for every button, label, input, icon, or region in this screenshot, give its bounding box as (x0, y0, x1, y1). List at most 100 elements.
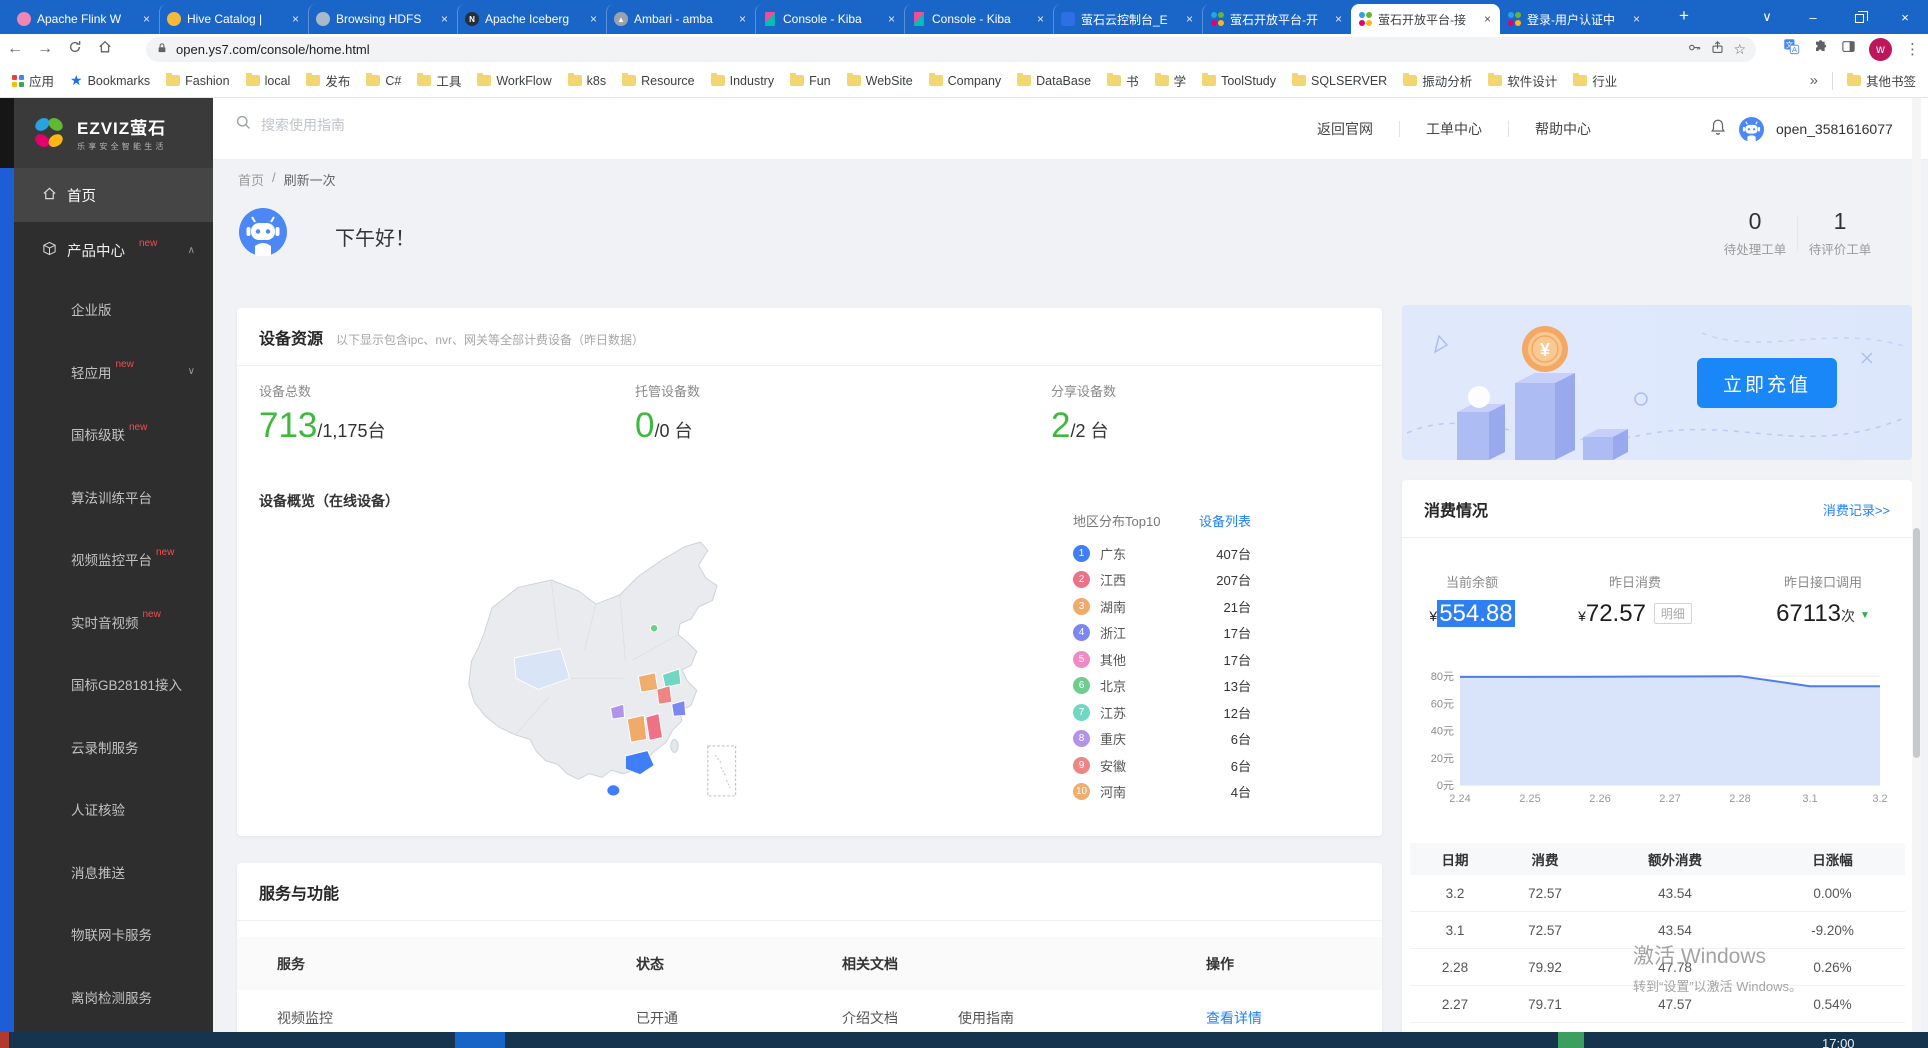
detail-chip[interactable]: 明细 (1654, 603, 1692, 624)
tab-close-icon[interactable]: × (737, 12, 748, 26)
tab-close-icon[interactable]: × (439, 12, 450, 26)
forward-icon[interactable]: → (30, 40, 60, 58)
browser-menu-icon[interactable]: ⋮ (1905, 40, 1920, 58)
sidebar-item-物联网卡服务[interactable]: 物联网卡服务 (14, 903, 213, 966)
browser-tab[interactable]: NApache Iceberg× (457, 4, 606, 34)
apps-shortcut[interactable]: 应用 (12, 71, 54, 90)
breadcrumb-home[interactable]: 首页 (238, 170, 264, 189)
china-map[interactable] (420, 530, 790, 808)
bookmark-item[interactable]: 工具 (417, 71, 461, 90)
bookmark-item[interactable]: 行业 (1573, 71, 1617, 90)
sidebar-item-轻应用[interactable]: 轻应用new∨ (14, 341, 213, 404)
sidebar-item-国标级联[interactable]: 国标级联new (14, 403, 213, 466)
browser-tab[interactable]: Console - Kiba× (904, 4, 1053, 34)
browser-tab[interactable]: 萤石开放平台-开× (1202, 4, 1351, 34)
tab-close-icon[interactable]: × (1482, 12, 1493, 26)
search-box[interactable] (235, 114, 581, 136)
share-icon[interactable] (1710, 40, 1725, 60)
tab-close-icon[interactable]: × (290, 12, 301, 26)
caret-down-icon[interactable]: ▼ (1860, 610, 1870, 621)
bookmark-item[interactable]: 学 (1155, 71, 1187, 90)
new-tab-button[interactable]: + (1672, 6, 1696, 26)
bookmark-item[interactable]: ToolStudy (1202, 71, 1276, 90)
link-help-center[interactable]: 帮助中心 (1535, 119, 1591, 139)
to-review-work-orders[interactable]: 1 待评价工单 (1798, 208, 1882, 258)
sidebar-item-国标GB28181接入[interactable]: 国标GB28181接入 (14, 653, 213, 716)
province-taiwan[interactable] (671, 739, 678, 752)
side-panel-icon[interactable] (1841, 39, 1856, 59)
recharge-now-button[interactable]: 立即充值 (1697, 358, 1837, 408)
back-icon[interactable]: ← (0, 40, 30, 58)
tab-close-icon[interactable]: × (1035, 12, 1046, 26)
bookmark-item[interactable]: Company (929, 71, 1002, 90)
bookmark-item[interactable]: Fun (790, 71, 831, 90)
sidebar-item-算法训练平台[interactable]: 算法训练平台 (14, 466, 213, 529)
sidebar-item-首页[interactable]: 首页 (14, 168, 213, 222)
bookmark-item[interactable]: C# (366, 71, 401, 90)
browser-tab[interactable]: 萤石开放平台-接× (1351, 4, 1500, 34)
windows-taskbar[interactable]: 17:00 (0, 1032, 1928, 1048)
balance-value-selected[interactable]: 554.88 (1437, 600, 1514, 627)
device-list-link[interactable]: 设备列表 (1199, 511, 1251, 530)
username[interactable]: open_3581616077 (1776, 121, 1893, 137)
bell-icon[interactable] (1709, 118, 1727, 141)
browser-tab[interactable]: 萤石云控制台_E× (1053, 4, 1202, 34)
bookmark-item[interactable]: DataBase (1017, 71, 1091, 90)
consumption-records-link[interactable]: 消费记录>> (1823, 500, 1890, 519)
taskbar-tray-icon[interactable] (1558, 1032, 1584, 1048)
bookmarks-overflow-chevron[interactable]: » (1810, 72, 1818, 89)
sidebar-item-产品中心[interactable]: 产品中心new∧ (14, 222, 213, 278)
close-button[interactable]: × (1882, 0, 1928, 34)
bookmark-item[interactable]: WebSite (847, 71, 913, 90)
translate-icon[interactable]: 文A (1783, 38, 1800, 60)
bookmark-item[interactable]: Industry (711, 71, 774, 90)
browser-tab[interactable]: ▲Ambari - amba× (606, 4, 755, 34)
sidebar-item-实时音视频[interactable]: 实时音视频new (14, 591, 213, 654)
tab-close-icon[interactable]: × (588, 12, 599, 26)
tab-close-icon[interactable]: × (1184, 12, 1195, 26)
address-bar[interactable]: open.ys7.com/console/home.html ☆ (146, 37, 1756, 62)
province-hainan[interactable] (607, 785, 620, 796)
link-work-order-center[interactable]: 工单中心 (1426, 119, 1482, 139)
reload-icon[interactable] (60, 39, 90, 60)
bookmark-item[interactable]: 发布 (306, 71, 350, 90)
password-key-icon[interactable] (1687, 40, 1702, 60)
tab-search-chevron-icon[interactable]: ∨ (1744, 0, 1790, 34)
minimize-button[interactable]: – (1790, 0, 1836, 34)
bookmark-item[interactable]: Fashion (166, 71, 229, 90)
browser-tab[interactable]: 登录-用户认证中× (1500, 4, 1649, 34)
tab-close-icon[interactable]: × (886, 12, 897, 26)
bookmark-item[interactable]: Resource (622, 71, 695, 90)
sidebar-item-云录制服务[interactable]: 云录制服务 (14, 716, 213, 779)
bookmark-item[interactable]: local (246, 71, 291, 90)
province-hunan[interactable] (627, 715, 646, 742)
bookmark-item[interactable]: 振动分析 (1403, 71, 1472, 90)
extensions-puzzle-icon[interactable] (1813, 39, 1828, 59)
bookmark-star-icon[interactable]: ☆ (1733, 41, 1746, 58)
pending-work-orders[interactable]: 0 待处理工单 (1713, 208, 1797, 258)
page-scrollbar[interactable] (1912, 98, 1921, 1032)
service-doc-link[interactable]: 使用指南 (958, 1008, 1014, 1028)
scrollbar-thumb[interactable] (1913, 528, 1920, 758)
tab-close-icon[interactable]: × (1631, 12, 1642, 26)
bookmarks-root[interactable]: ★ Bookmarks (70, 72, 150, 89)
bookmark-item[interactable]: 软件设计 (1488, 71, 1557, 90)
browser-tab[interactable]: Hive Catalog |× (159, 4, 308, 34)
sidebar-item-离岗检测服务[interactable]: 离岗检测服务 (14, 966, 213, 1029)
home-icon[interactable] (90, 39, 120, 60)
view-details-link[interactable]: 查看详情 (1206, 1008, 1382, 1028)
tab-close-icon[interactable]: × (1333, 12, 1344, 26)
search-input[interactable] (261, 117, 581, 133)
service-doc-link[interactable]: 介绍文档 (842, 1008, 898, 1028)
link-official-site[interactable]: 返回官网 (1317, 119, 1373, 139)
bookmark-item[interactable]: k8s (568, 71, 606, 90)
bookmark-item[interactable]: WorkFlow (477, 71, 551, 90)
bookmark-item[interactable]: SQLSERVER (1292, 71, 1387, 90)
province-beijing[interactable] (650, 625, 657, 632)
tab-close-icon[interactable]: × (141, 12, 152, 26)
sidebar-item-视频监控平台[interactable]: 视频监控平台new (14, 528, 213, 591)
user-avatar[interactable] (1739, 117, 1764, 142)
taskbar-active-app[interactable] (455, 1032, 505, 1048)
sidebar-item-消息推送[interactable]: 消息推送 (14, 841, 213, 904)
ezviz-logo[interactable]: EZVIZ萤石 乐享安全智能生活 (14, 98, 213, 168)
